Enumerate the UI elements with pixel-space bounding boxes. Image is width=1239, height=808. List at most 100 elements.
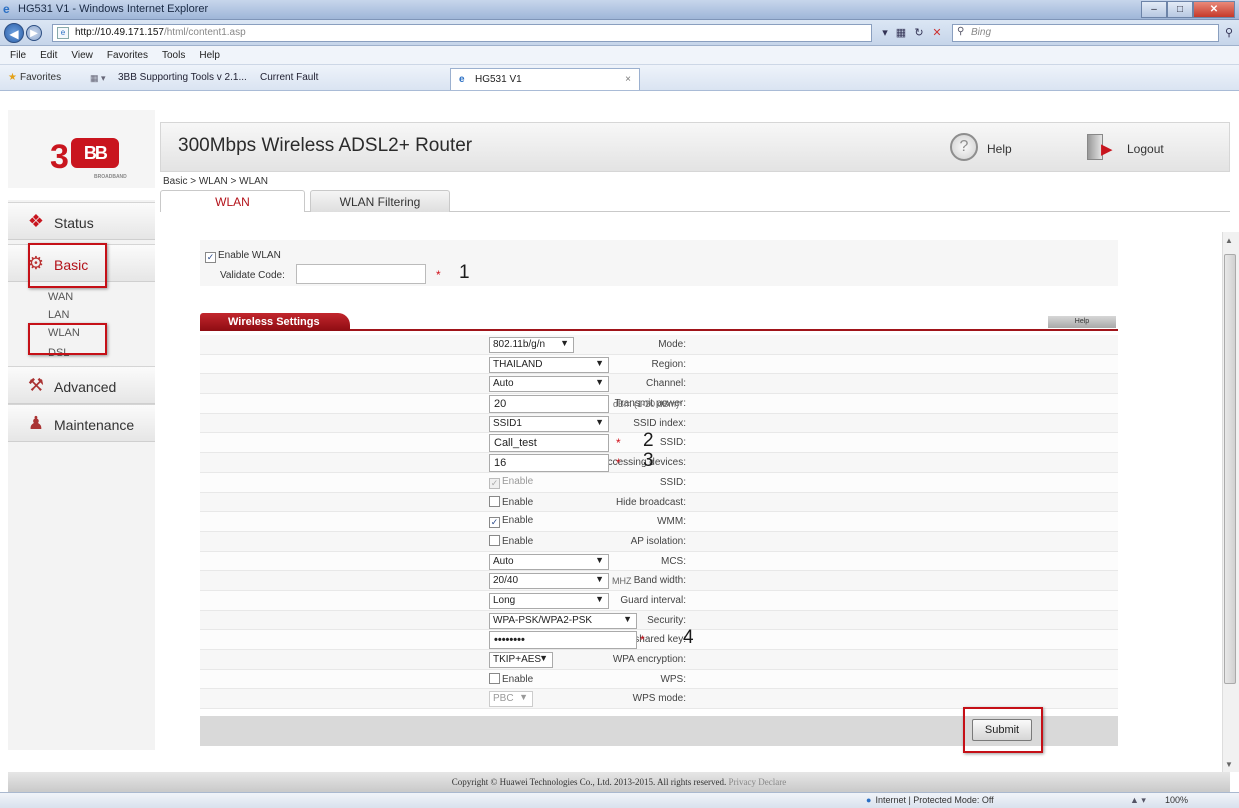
- ssid-enable-checkbox[interactable]: ✓ Enable: [489, 476, 533, 489]
- wps-checkbox[interactable]: Enable: [489, 672, 534, 685]
- star-icon: ★: [8, 72, 17, 83]
- search-input[interactable]: ⚲ Bing: [952, 24, 1219, 42]
- search-options-icon[interactable]: ⚲: [1222, 26, 1236, 40]
- tab-wlan[interactable]: WLAN: [160, 190, 305, 212]
- required-mark: *: [616, 456, 621, 471]
- tab-close-icon[interactable]: ×: [625, 74, 631, 85]
- validate-code-input[interactable]: [296, 264, 426, 284]
- dropdown-icon[interactable]: ▾: [878, 26, 892, 40]
- help-link[interactable]: Help: [987, 142, 1012, 156]
- row-wpa-encryption: WPA encryption: TKIP+AES ▼: [200, 650, 1118, 670]
- menu-help[interactable]: Help: [199, 50, 220, 61]
- sidebar-item-advanced[interactable]: ⚒ Advanced: [8, 366, 155, 404]
- chevron-down-icon: ▼: [595, 357, 604, 368]
- browser-tab-active[interactable]: e HG531 V1 ×: [450, 68, 640, 90]
- row-ssid-index: SSID index: SSID1 ▼: [200, 413, 1118, 434]
- wmm-checkbox[interactable]: ✓ Enable: [489, 515, 533, 529]
- hide-broadcast-checkbox[interactable]: Enable: [489, 495, 533, 508]
- ssid-index-select[interactable]: SSID1 ▼: [489, 415, 609, 432]
- privacy-declare-link[interactable]: Privacy Declare: [729, 777, 787, 787]
- guard-interval-value: Long: [493, 594, 516, 606]
- menu-view[interactable]: View: [71, 50, 93, 61]
- minimize-button[interactable]: –: [1141, 1, 1167, 18]
- psk-value: ••••••••: [494, 634, 525, 647]
- channel-value: Auto: [493, 378, 514, 390]
- menu-tools[interactable]: Tools: [162, 50, 185, 61]
- row-region: Region: THAILAND ▼: [200, 354, 1118, 375]
- sidebar-item-label: Status: [54, 215, 94, 231]
- zoom-level[interactable]: 100%: [1165, 795, 1188, 805]
- compat-icon[interactable]: ▦: [894, 26, 908, 40]
- logout-link[interactable]: Logout: [1127, 142, 1164, 156]
- logout-icon[interactable]: ▶: [1087, 134, 1117, 160]
- row-transmit-power: Transmit power: 20 dBm (1-20 dBm)*: [200, 394, 1118, 414]
- transmit-power-input[interactable]: 20: [489, 395, 609, 414]
- sidebar-item-maintenance[interactable]: ♟ Maintenance: [8, 404, 155, 442]
- wireless-settings-help-button[interactable]: Help: [1048, 316, 1116, 328]
- scroll-up-icon[interactable]: ▲: [1225, 236, 1233, 245]
- sidebar-subitem-lan[interactable]: LAN: [48, 309, 69, 321]
- checkbox-checked-icon: ✓: [489, 477, 500, 489]
- sidebar-item-label: Maintenance: [54, 417, 135, 433]
- wireless-settings-form: Mode: 802.11b/g/n ▼ Region: THAILAND ▼ Cha…: [200, 335, 1118, 710]
- favorites-button[interactable]: ★ Favorites: [8, 72, 61, 83]
- ap-isolation-checkbox[interactable]: Enable: [489, 534, 534, 547]
- fav-link-current-fault[interactable]: Current Fault: [260, 72, 318, 83]
- menu-edit[interactable]: Edit: [40, 50, 57, 61]
- tab-wlan-filtering[interactable]: WLAN Filtering: [310, 190, 450, 212]
- url-path: /html/content1.asp: [163, 27, 246, 38]
- back-button[interactable]: ◀: [4, 23, 24, 43]
- forward-button[interactable]: ▶: [26, 25, 42, 41]
- annotation-2: 2: [643, 430, 654, 452]
- globe-icon: ●: [866, 795, 872, 805]
- bandwidth-label: Band width:: [633, 575, 686, 587]
- refresh-icon[interactable]: ↻: [912, 26, 926, 40]
- wps-text: Enable: [502, 673, 534, 685]
- security-zone[interactable]: ● Internet | Protected Mode: Off: [866, 795, 994, 805]
- highlight-submit: [963, 707, 1043, 753]
- url-field[interactable]: e http://10.49.171.157/html/content1.asp: [52, 24, 872, 42]
- channel-select[interactable]: Auto ▼: [489, 376, 609, 393]
- chevron-down-icon: ▼: [595, 554, 604, 565]
- wireless-settings-title: Wireless Settings: [200, 313, 350, 331]
- transmit-power-hint: dBm (1-20 dBm)*: [613, 399, 683, 410]
- stop-icon[interactable]: ✕: [930, 26, 944, 40]
- address-bar: ◀ ▶ e http://10.49.171.157/html/content1…: [0, 20, 1239, 46]
- security-select[interactable]: WPA-PSK/WPA2-PSK ▼: [489, 612, 637, 629]
- ap-isolation-text: Enable: [502, 535, 534, 547]
- scroll-down-icon[interactable]: ▼: [1225, 760, 1233, 769]
- page-footer: Copyright © Huawei Technologies Co., Ltd…: [8, 772, 1230, 792]
- psk-input[interactable]: ••••••••: [489, 631, 637, 650]
- mode-select[interactable]: 802.11b/g/n ▼: [489, 337, 574, 353]
- validate-code-label: Validate Code:: [220, 270, 285, 281]
- sidebar-item-status[interactable]: ❖ Status: [8, 202, 155, 240]
- help-icon[interactable]: ?: [950, 133, 978, 161]
- sidebar-subitem-wan[interactable]: WAN: [48, 291, 73, 303]
- mode-label: Mode:: [658, 339, 686, 350]
- mcs-select[interactable]: Auto ▼: [489, 553, 609, 570]
- close-button[interactable]: ✕: [1193, 1, 1235, 18]
- region-select[interactable]: THAILAND ▼: [489, 356, 609, 373]
- wpa-encryption-select[interactable]: TKIP+AES ▼: [489, 652, 553, 668]
- quick-tabs-icon[interactable]: ▦ ▾: [90, 73, 106, 84]
- ap-isolation-label: AP isolation:: [630, 535, 686, 547]
- enable-wlan-checkbox[interactable]: ✓ Enable WLAN: [205, 250, 281, 263]
- ssid-input[interactable]: Call_test: [489, 434, 609, 453]
- menu-bar: File Edit View Favorites Tools Help: [0, 46, 1239, 65]
- chevron-down-icon: ▼: [519, 692, 528, 703]
- fav-link-3bb-tools[interactable]: 3BB Supporting Tools v 2.1...: [118, 72, 247, 83]
- menu-file[interactable]: File: [10, 50, 26, 61]
- brand-logo: 3 BB BROADBAND: [50, 138, 127, 180]
- chevron-down-icon: ▼: [623, 613, 632, 624]
- zoom-tools-icon[interactable]: ▲ ▾: [1130, 795, 1146, 806]
- menu-favorites[interactable]: Favorites: [107, 50, 148, 61]
- bandwidth-select[interactable]: 20/40 ▼: [489, 573, 609, 590]
- window-titlebar: e HG531 V1 - Windows Internet Explorer –…: [0, 0, 1239, 20]
- scroll-thumb[interactable]: [1224, 254, 1236, 684]
- max-devices-input[interactable]: 16: [489, 454, 609, 473]
- search-placeholder: Bing: [971, 27, 992, 38]
- guard-interval-select[interactable]: Long ▼: [489, 592, 609, 609]
- maximize-button[interactable]: □: [1167, 1, 1193, 18]
- wps-mode-select[interactable]: PBC ▼: [489, 691, 533, 708]
- mcs-label: MCS:: [661, 555, 686, 567]
